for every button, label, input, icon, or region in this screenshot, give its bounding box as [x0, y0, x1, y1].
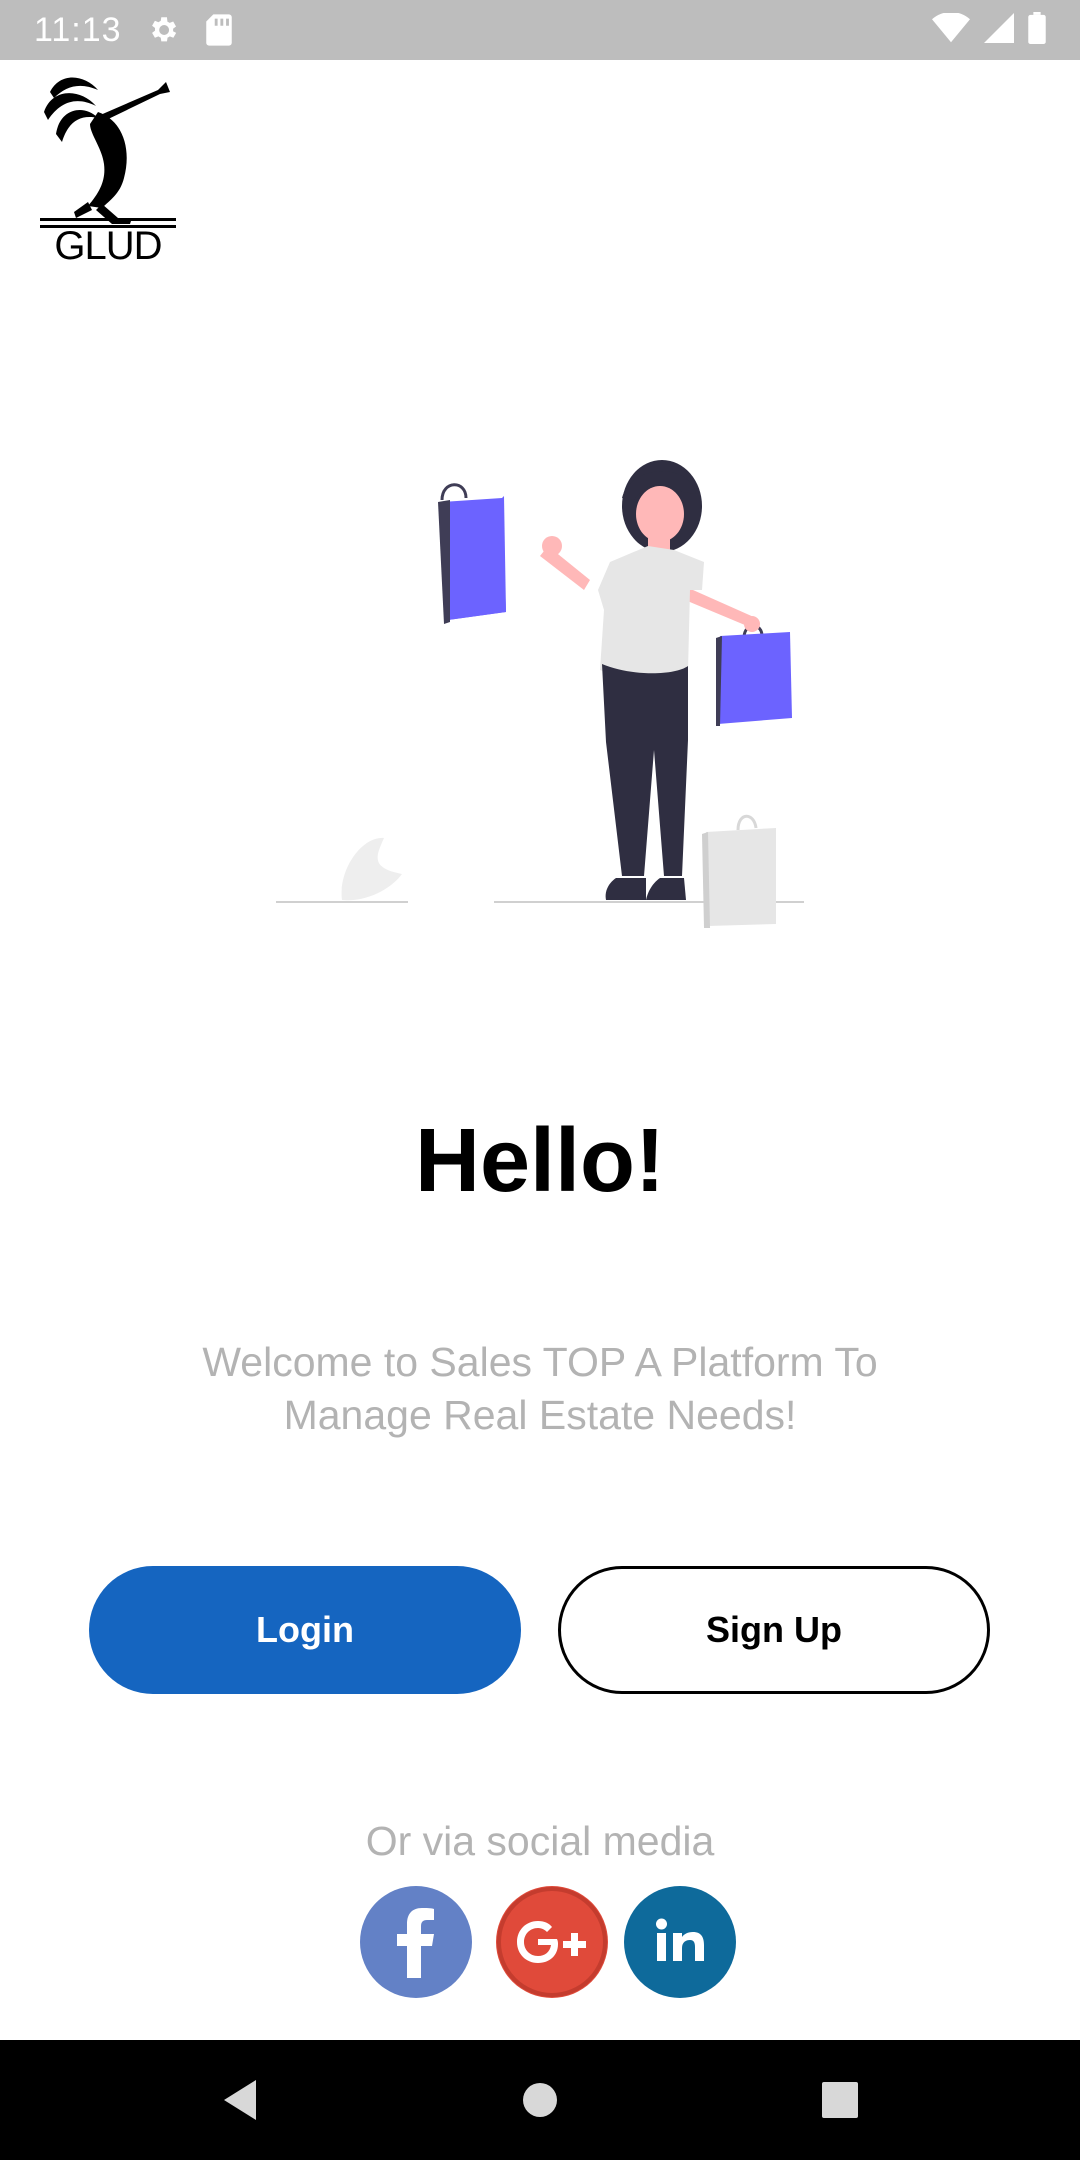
recent-apps-icon[interactable] [810, 2070, 870, 2130]
wifi-icon [932, 11, 970, 48]
back-icon[interactable] [210, 2070, 270, 2130]
login-button[interactable]: Login [89, 1566, 521, 1694]
sd-card-icon [204, 13, 234, 47]
home-icon[interactable] [510, 2070, 570, 2130]
status-time: 11:13 [34, 10, 122, 49]
shopping-illustration [270, 450, 810, 930]
signup-button[interactable]: Sign Up [558, 1566, 990, 1694]
facebook-icon [360, 1885, 472, 2003]
login-button-label: Login [256, 1609, 354, 1650]
social-label: Or via social media [365, 1818, 715, 1864]
page-title: Hello! [414, 1111, 665, 1211]
settings-icon [146, 13, 180, 47]
navigation-bar [0, 2040, 1080, 2160]
battery-icon [1028, 11, 1046, 49]
linkedin-icon [624, 1885, 736, 2003]
welcome-text: Welcome to Sales TOP A Platform To Manag… [202, 1339, 878, 1438]
google-plus-button[interactable] [496, 1885, 608, 2003]
app-logo: GLUD [40, 68, 176, 274]
social-buttons [0, 1885, 1080, 2003]
google-plus-icon [496, 1885, 608, 2003]
signup-button-label: Sign Up [706, 1609, 842, 1650]
logo-text: GLUD [54, 224, 162, 268]
status-bar: 11:13 [0, 0, 1080, 60]
signal-icon [984, 12, 1014, 48]
facebook-button[interactable] [360, 1885, 472, 2003]
linkedin-button[interactable] [624, 1885, 736, 2003]
